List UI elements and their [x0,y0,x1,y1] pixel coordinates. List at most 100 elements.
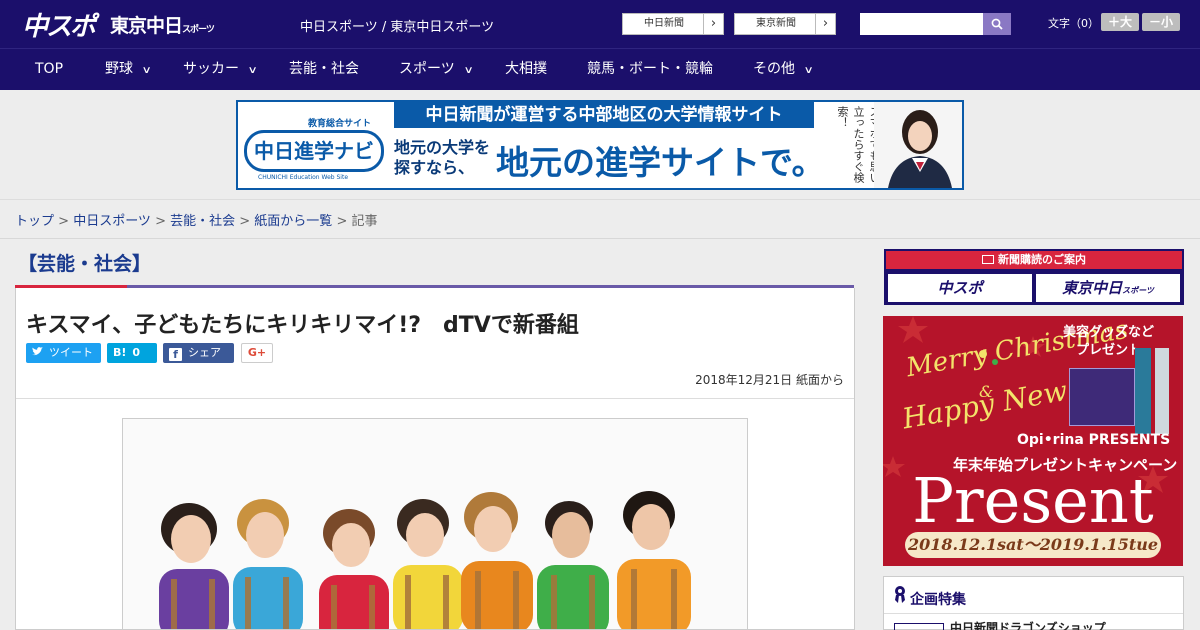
hatena-bookmark-button[interactable]: B! 0 [107,343,157,363]
subscribe-chuspo[interactable]: 中スポ [888,274,1032,302]
twitter-bird-icon [32,343,43,363]
nav-label: サッカー [183,61,239,77]
banner-model-photo [874,102,962,188]
font-smaller-button[interactable]: －小 [1142,13,1180,31]
nav-item-entertainment[interactable]: 芸能・社会 [289,49,359,90]
banner-big-copy: 地元の進学サイトで。 [496,143,825,182]
special-feature-divider [884,613,1183,614]
banner-vertical-copy: スマホでも思い立ったらすぐ検索！ [836,106,881,183]
font-larger-button[interactable]: ＋大 [1101,13,1139,31]
ad-bottle-image [1135,348,1151,434]
tokyo-logo-sub: スポーツ [182,25,215,35]
subscribe-tokyo-label: 東京中日 [1062,279,1123,297]
facebook-count: 0 [173,366,180,379]
nav-item-sports[interactable]: スポーツ ∨ [399,49,474,90]
chevron-right-icon: › [815,14,835,34]
breadcrumb-separator: > [58,214,74,229]
ad-bottle-image [1155,348,1169,434]
article-date: 2018年12月21日 紙面から [695,373,844,387]
hatena-icon: B! [113,346,127,359]
nav-item-racing[interactable]: 競馬・ボート・競輪 [587,49,713,90]
banner-area: 中日新聞が運営する中部地区の大学情報サイト 教育総合サイト 中日進学ナビ CHU… [0,90,1200,200]
tokyo-logo-text: 東京中日 [110,15,183,37]
tokyo-shimbun-button[interactable]: 東京新聞 › [734,13,836,35]
ad-gift-box-image [1069,368,1135,426]
subscribe-tokyo-chunichi[interactable]: 東京中日スポーツ [1036,274,1180,302]
nav-label: 野球 [105,61,133,77]
tokyo-chunichi-logo[interactable]: 東京中日スポーツ [110,11,215,38]
category-title: 【芸能・社会】 [18,253,152,275]
nav-label: 芸能・社会 [289,61,359,77]
chunichi-shimbun-button[interactable]: 中日新聞 › [622,13,724,35]
hatena-count: 0 [132,346,141,359]
subscription-box[interactable]: 新聞購読のご案内 中スポ 東京中日スポーツ [884,249,1184,305]
subscription-heading-text: 新聞購読のご案内 [998,253,1086,266]
site-links[interactable]: 中日スポーツ / 東京中日スポーツ [300,16,494,35]
christmas-present-ad[interactable]: Merry Christmas & Happy New Year 美容グッズなど… [883,316,1183,566]
ad-brand: Opi•rina PRESENTS [1017,432,1171,448]
nav-item-soccer[interactable]: サッカー ∨ [183,49,258,90]
ad-gift-line-1: 美容グッズなど [1063,325,1155,340]
tweet-label: ツイート [49,346,93,359]
facebook-share-button[interactable]: f シェア 0 [163,343,234,379]
subscription-heading: 新聞購読のご案内 [886,251,1182,269]
nav-label: TOP [35,61,64,77]
google-plus-button[interactable]: G+ [241,343,273,363]
nav-item-other[interactable]: その他 ∨ [753,49,814,90]
breadcrumb-separator: > [155,214,171,229]
top-header: 中スポ 東京中日スポーツ 中日スポーツ / 東京中日スポーツ 中日新聞 › 東京… [0,0,1200,48]
banner-small-copy: 地元の大学を 探すなら、 [394,138,490,178]
banner-brand-logo: 中日進学ナビ [244,130,384,172]
nav-label: 競馬・ボート・競輪 [587,61,713,77]
chunichi-shimbun-label: 中日新聞 [644,18,684,29]
nav-label: 大相撲 [505,61,547,77]
facebook-icon: f [169,348,182,361]
article-divider [16,398,854,399]
nav-item-top[interactable]: TOP [35,49,63,90]
tokyo-shimbun-label: 東京新聞 [756,18,796,29]
nav-item-baseball[interactable]: 野球 ∨ [105,49,152,90]
breadcrumb-divider [0,238,1200,239]
search-icon [991,18,1003,30]
breadcrumb-separator: > [239,214,255,229]
article-headline: キスマイ、子どもたちにキリキリマイ!? dTVで新番組 [26,313,579,338]
chevron-down-icon: ∨ [803,65,814,76]
breadcrumb-current: 記事 [351,214,378,229]
banner-brand-top: 教育総合サイト [308,119,372,129]
ad-present-word: Present [912,464,1154,537]
subscribe-tokyo-sub: スポーツ [1122,286,1154,295]
main-nav: TOP 野球 ∨ サッカー ∨ 芸能・社会 スポーツ ∨ 大相撲 競馬・ボート・競輪 … [0,48,1200,90]
chevron-down-icon: ∨ [463,65,474,76]
search-input[interactable] [860,13,983,35]
special-item-link[interactable]: 中日新聞ドラゴンズショップ [950,619,1106,630]
banner-small-copy-2: 探すなら、 [394,158,475,177]
breadcrumb: トップ > 中日スポーツ > 芸能・社会 > 紙面から一覧 > 記事 [15,210,378,229]
newspaper-icon [982,255,994,264]
chuspo-logo[interactable]: 中スポ [22,6,96,43]
breadcrumb-top[interactable]: トップ [15,214,54,229]
special-item-thumbnail[interactable] [894,623,944,630]
nav-label: その他 [753,61,795,77]
ad-period: 2018.12.1sat～2019.1.15tue [905,532,1161,558]
chevron-right-icon: › [703,14,723,34]
breadcrumb-paper-list[interactable]: 紙面から一覧 [254,214,332,229]
university-navi-banner[interactable]: 中日新聞が運営する中部地区の大学情報サイト 教育総合サイト 中日進学ナビ CHU… [236,100,964,190]
nav-item-sumo[interactable]: 大相撲 [505,49,547,90]
breadcrumb-chuspo[interactable]: 中日スポーツ [73,214,151,229]
special-feature-title: 企画特集 [910,592,966,608]
banner-brand-sub: CHUNICHI Education Web Site [258,174,349,181]
special-feature-box: 企画特集 中日新聞ドラゴンズショップ [883,576,1184,630]
facebook-label: シェア [188,346,221,359]
article-photo [122,418,748,630]
nav-label: スポーツ [399,61,455,77]
banner-small-copy-1: 地元の大学を [394,138,491,157]
ribbon-icon [895,586,905,603]
search-button[interactable] [983,13,1011,35]
breadcrumb-separator: > [336,214,352,229]
group-photo-illustration [123,419,747,629]
font-size-label: 文字（0） [1048,17,1099,30]
tweet-button[interactable]: ツイート [26,343,101,363]
breadcrumb-entertainment[interactable]: 芸能・社会 [170,214,235,229]
chevron-down-icon: ∨ [247,65,258,76]
banner-headline: 中日新聞が運営する中部地区の大学情報サイト [394,102,814,128]
